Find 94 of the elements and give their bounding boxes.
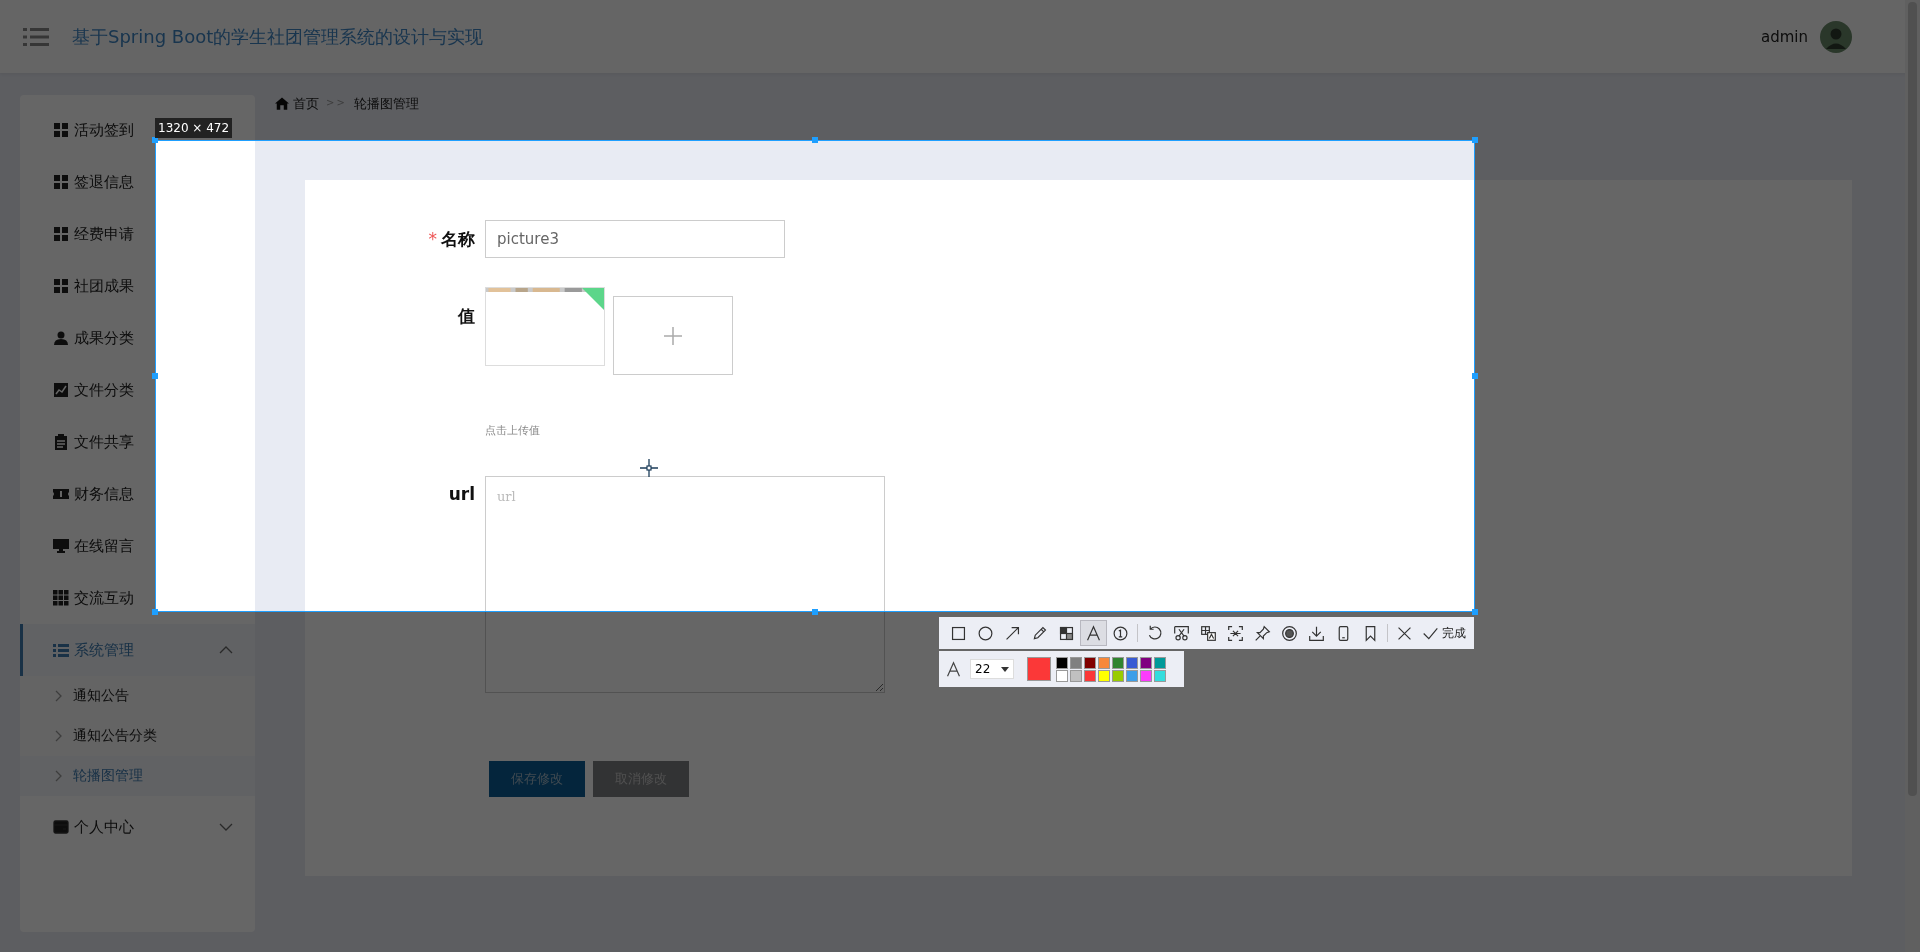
font-size-select[interactable]: 22	[970, 659, 1014, 679]
grid-icon	[53, 122, 69, 138]
sidebar-item[interactable]: 个人中心	[20, 801, 255, 853]
rectangle-icon	[950, 624, 967, 642]
sidebar-item[interactable]: 社团成果	[53, 260, 134, 312]
crosshair-icon	[640, 459, 658, 477]
color-swatch[interactable]	[1112, 656, 1124, 669]
resize-handle[interactable]	[1472, 373, 1478, 379]
arrow-icon	[1004, 624, 1021, 642]
resize-handle[interactable]	[152, 373, 158, 379]
color-swatch[interactable]	[1098, 669, 1110, 682]
sidebar-item[interactable]: 文件分类	[53, 364, 134, 416]
url-field[interactable]: url	[485, 476, 885, 693]
sidebar-item[interactable]: 在线留言	[53, 520, 134, 572]
app-title: 基于Spring Boot的学生社团管理系统的设计与实现	[72, 24, 484, 49]
number-icon	[1112, 624, 1129, 642]
success-corner-icon	[582, 288, 604, 310]
scissors-icon	[1173, 624, 1190, 642]
color-swatch[interactable]	[1140, 669, 1152, 682]
breadcrumb-link[interactable]: 首页	[293, 95, 319, 113]
chevron-right-icon	[55, 770, 62, 782]
color-swatch[interactable]	[1098, 656, 1110, 669]
grid-icon	[53, 226, 69, 242]
sidebar-item[interactable]: 经费申请	[53, 208, 134, 260]
grid-icon	[53, 174, 69, 190]
resize-handle[interactable]	[812, 609, 818, 615]
field-label: url	[448, 484, 475, 504]
save-button[interactable]: 保存修改	[489, 761, 585, 797]
scan-icon	[1227, 624, 1244, 642]
color-swatch[interactable]	[1140, 656, 1152, 669]
monitor-icon	[53, 538, 69, 554]
menu-icon[interactable]	[23, 26, 49, 47]
sidebar-item[interactable]: 系统管理	[20, 624, 255, 676]
color-swatch[interactable]	[1070, 656, 1082, 669]
text-icon	[1085, 624, 1102, 642]
breadcrumb-separator: >>	[326, 97, 347, 108]
pencil-icon	[1031, 624, 1048, 642]
selection-size-label: 1320 × 472	[155, 118, 233, 138]
image-thumbnail[interactable]	[485, 287, 605, 366]
color-swatch[interactable]	[1126, 669, 1138, 682]
translate-icon	[1200, 624, 1217, 642]
done-button[interactable]: 完成	[1418, 624, 1470, 642]
resize-handle[interactable]	[812, 137, 818, 143]
color-swatch[interactable]	[1056, 656, 1068, 669]
clipboard-icon	[53, 434, 69, 450]
sidebar-item[interactable]: 成果分类	[53, 312, 134, 364]
home-icon	[275, 97, 289, 110]
color-swatch[interactable]	[1084, 656, 1096, 669]
sidebar-item[interactable]: 财务信息	[53, 468, 134, 520]
sidebar-item[interactable]: 文件共享	[53, 416, 134, 468]
record-icon	[1281, 624, 1298, 642]
grid-icon	[53, 278, 69, 294]
current-color-swatch[interactable]	[1027, 657, 1051, 681]
resize-handle[interactable]	[152, 609, 158, 615]
plus-icon	[663, 325, 683, 346]
grid-icon	[53, 590, 69, 606]
resize-handle[interactable]	[1472, 609, 1478, 615]
upload-hint: 点击上传值	[485, 423, 541, 438]
color-swatch[interactable]	[1084, 669, 1096, 682]
resize-handle[interactable]	[152, 137, 158, 143]
breadcrumb-link[interactable]: 轮播图管理	[353, 95, 419, 113]
color-swatch[interactable]	[1126, 656, 1138, 669]
sidebar-item[interactable]: 交流互动	[53, 572, 134, 624]
color-swatch[interactable]	[1056, 669, 1068, 682]
chevron-right-icon	[55, 730, 62, 742]
sidebar-item[interactable]: 活动签到	[53, 104, 134, 156]
user-name[interactable]: admin	[1761, 27, 1808, 46]
chevron-right-icon	[55, 690, 62, 702]
chart-icon	[53, 382, 69, 398]
ticket-icon	[53, 486, 69, 502]
wallet-icon	[53, 819, 69, 835]
avatar[interactable]	[1820, 20, 1852, 53]
color-swatch[interactable]	[1070, 669, 1082, 682]
field-label: 值	[458, 305, 475, 328]
download-icon	[1308, 624, 1325, 642]
mosaic-icon	[1058, 624, 1075, 642]
caret-icon	[1001, 666, 1009, 672]
submenu-item[interactable]: 通知公告分类	[20, 716, 255, 756]
field-label: 名称	[441, 228, 475, 251]
text-tool[interactable]	[1080, 620, 1107, 646]
list-icon	[53, 642, 69, 658]
circle-icon	[977, 624, 994, 642]
color-swatch[interactable]	[1154, 656, 1166, 669]
color-swatch[interactable]	[1112, 669, 1124, 682]
color-swatch[interactable]	[1154, 669, 1166, 682]
name-field[interactable]: picture3	[485, 220, 785, 258]
pin-icon	[1254, 624, 1271, 642]
person-icon	[53, 330, 69, 346]
sidebar-item[interactable]: 签退信息	[53, 156, 134, 208]
text-size-icon	[945, 660, 962, 678]
required-mark: *	[428, 229, 437, 249]
resize-handle[interactable]	[1472, 137, 1478, 143]
submenu-item[interactable]: 通知公告	[20, 676, 255, 716]
undo-icon	[1146, 624, 1163, 642]
